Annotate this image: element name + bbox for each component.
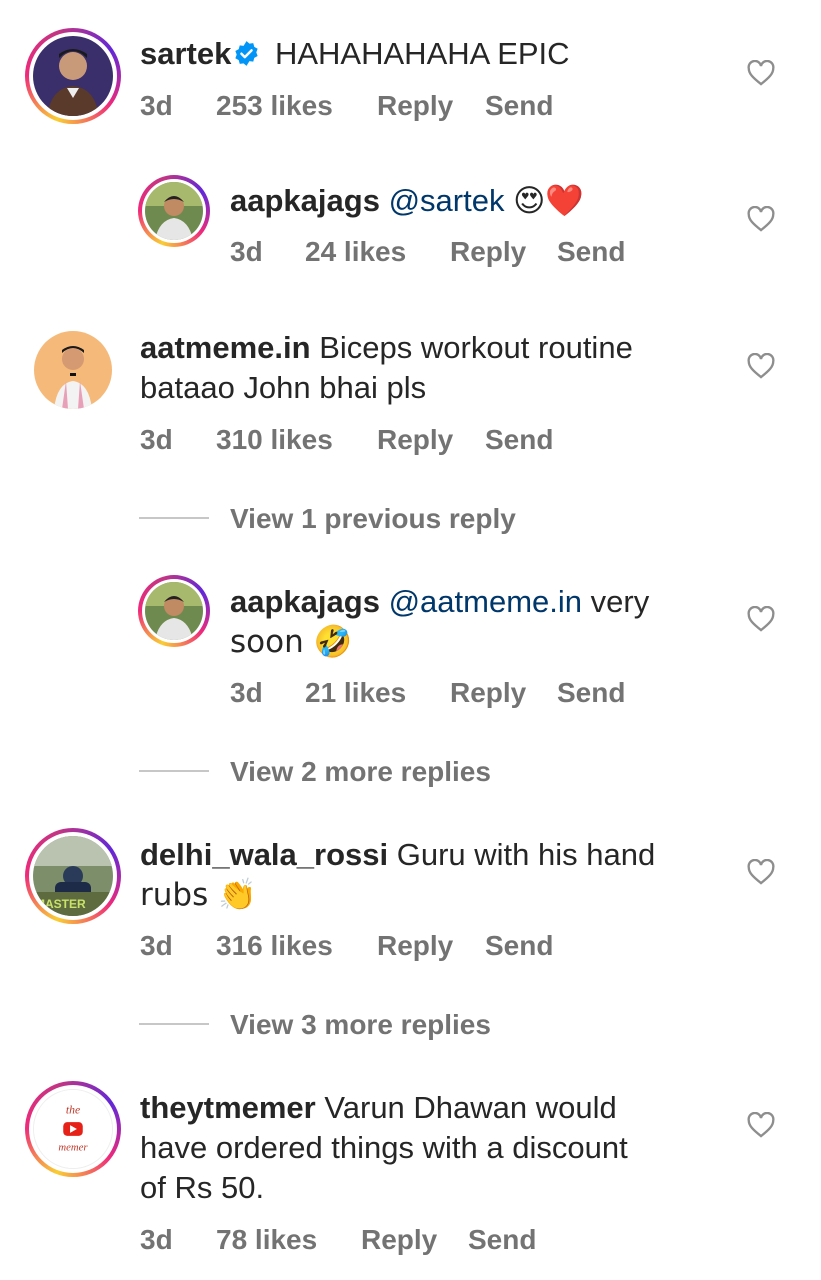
- avatar-ring[interactable]: the memer: [25, 1081, 121, 1177]
- comment-text: Biceps workout routine: [319, 330, 633, 365]
- avatar-ring[interactable]: [25, 28, 121, 124]
- avatar: [145, 182, 203, 240]
- avatar-text-bottom: memer: [58, 1141, 88, 1153]
- avatar[interactable]: [34, 331, 112, 409]
- divider-line: [139, 1023, 209, 1025]
- mention-link[interactable]: @aatmeme.in: [389, 584, 582, 619]
- reply-button[interactable]: Reply: [450, 236, 526, 268]
- view-more-replies-button[interactable]: View 3 more replies: [230, 1009, 491, 1041]
- avatar-ring[interactable]: MASTER: [25, 828, 121, 924]
- view-previous-replies-button[interactable]: View 1 previous reply: [230, 503, 516, 535]
- comment-text: very: [590, 584, 650, 619]
- avatar-ring[interactable]: [138, 175, 210, 247]
- heart-outline-icon[interactable]: [747, 60, 775, 86]
- verified-badge-icon: [235, 41, 258, 66]
- comment-text: Varun Dhawan would: [324, 1090, 617, 1125]
- send-button[interactable]: Send: [468, 1224, 536, 1256]
- divider-line: [139, 517, 209, 519]
- comment-time: 3d: [140, 930, 173, 961]
- avatar-ring[interactable]: [138, 575, 210, 647]
- divider-line: [139, 770, 209, 772]
- comment-text: of Rs 50.: [140, 1170, 265, 1205]
- heart-outline-icon[interactable]: [747, 859, 775, 885]
- likes-count[interactable]: 316 likes: [216, 930, 333, 962]
- comment-time: 3d: [230, 677, 263, 708]
- comment-text: bataao John bhai pls: [140, 370, 427, 405]
- mention-link[interactable]: @sartek: [389, 183, 505, 218]
- view-more-replies-button[interactable]: View 2 more replies: [230, 756, 491, 788]
- username[interactable]: theytmemer: [140, 1090, 316, 1125]
- username[interactable]: delhi_wala_rossi: [140, 837, 388, 872]
- send-button[interactable]: Send: [485, 930, 553, 962]
- reply-button[interactable]: Reply: [377, 424, 453, 456]
- reply-button[interactable]: Reply: [377, 930, 453, 962]
- reply-button[interactable]: Reply: [377, 90, 453, 122]
- svg-text:MASTER: MASTER: [35, 897, 86, 911]
- likes-count[interactable]: 24 likes: [305, 236, 406, 268]
- comment-time: 3d: [140, 424, 173, 455]
- comment-text: soon 🤣: [230, 624, 353, 660]
- heart-outline-icon[interactable]: [747, 206, 775, 232]
- comment-text: rubs 👏: [140, 877, 257, 913]
- reply-button[interactable]: Reply: [361, 1224, 437, 1256]
- avatar: the memer: [33, 1089, 113, 1169]
- likes-count[interactable]: 310 likes: [216, 424, 333, 456]
- comment-time: 3d: [140, 1224, 173, 1255]
- avatar: MASTER: [33, 836, 113, 916]
- likes-count[interactable]: 253 likes: [216, 90, 333, 122]
- avatar: [33, 36, 113, 116]
- username[interactable]: aatmeme.in: [140, 330, 311, 365]
- username[interactable]: aapkajags: [230, 183, 380, 218]
- send-button[interactable]: Send: [485, 424, 553, 456]
- likes-count[interactable]: 78 likes: [216, 1224, 317, 1256]
- heart-outline-icon[interactable]: [747, 606, 775, 632]
- comment-text: Guru with his hand: [396, 837, 656, 872]
- comment-text: 😍❤️: [513, 183, 584, 219]
- comment-text: have ordered things with a discount: [140, 1130, 628, 1165]
- comment-time: 3d: [140, 90, 173, 121]
- send-button[interactable]: Send: [557, 236, 625, 268]
- username[interactable]: aapkajags: [230, 584, 380, 619]
- send-button[interactable]: Send: [557, 677, 625, 709]
- comment-text: HAHAHAHAHA EPIC: [274, 36, 570, 71]
- send-button[interactable]: Send: [485, 90, 553, 122]
- comment-time: 3d: [230, 236, 263, 267]
- username[interactable]: sartek: [140, 36, 231, 71]
- heart-outline-icon[interactable]: [747, 1112, 775, 1138]
- likes-count[interactable]: 21 likes: [305, 677, 406, 709]
- heart-outline-icon[interactable]: [747, 353, 775, 379]
- avatar-text-top: the: [66, 1103, 80, 1116]
- reply-button[interactable]: Reply: [450, 677, 526, 709]
- avatar: [145, 582, 203, 640]
